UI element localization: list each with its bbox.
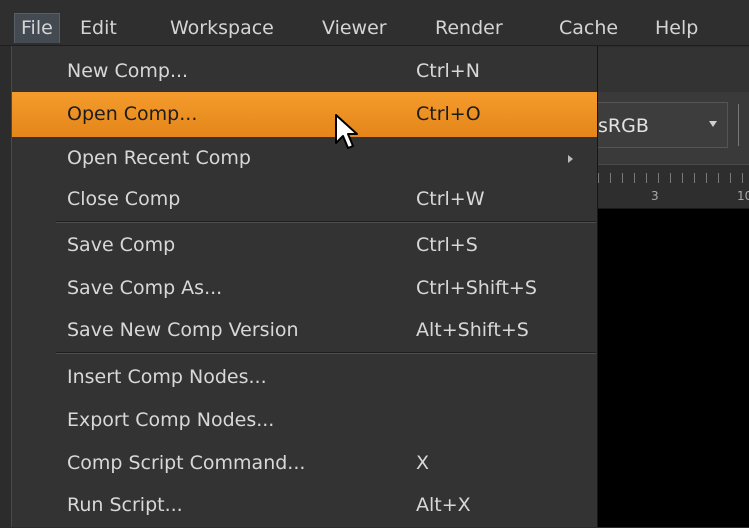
menu-item-label: Save New Comp Version — [67, 319, 299, 341]
menu-item-save-new-comp-version[interactable]: Save New Comp Version Alt+Shift+S — [12, 308, 597, 353]
menu-item-label: New Comp... — [67, 60, 189, 82]
file-menu-dropdown: New Comp... Ctrl+N Open Comp... Ctrl+O O… — [11, 46, 598, 527]
menu-item-label: Open Comp... — [67, 103, 198, 125]
menu-item-close-comp[interactable]: Close Comp Ctrl+W — [12, 177, 597, 222]
menu-item-label: Save Comp — [67, 234, 176, 256]
menu-file[interactable]: File — [14, 13, 60, 43]
menu-item-label: Open Recent Comp — [67, 147, 251, 169]
toolbar-separator — [738, 104, 739, 146]
menu-item-save-comp[interactable]: Save Comp Ctrl+S — [12, 223, 597, 268]
menu-item-save-comp-as[interactable]: Save Comp As... Ctrl+Shift+S — [12, 266, 597, 311]
menu-item-export-comp-nodes[interactable]: Export Comp Nodes... — [12, 398, 597, 443]
viewer-ruler: 3 10 — [598, 164, 749, 209]
menu-item-shortcut: Ctrl+O — [416, 103, 481, 125]
menu-cache[interactable]: Cache — [553, 13, 624, 43]
menu-item-open-recent-comp[interactable]: Open Recent Comp — [12, 136, 597, 181]
ruler-ticks — [598, 173, 749, 183]
menu-item-shortcut: Ctrl+N — [416, 60, 480, 82]
menu-viewer[interactable]: Viewer — [316, 13, 393, 43]
menu-item-run-script[interactable]: Run Script... Alt+X — [12, 483, 597, 528]
menu-item-label: Save Comp As... — [67, 277, 223, 299]
menu-separator — [56, 352, 596, 354]
viewer-canvas[interactable] — [598, 209, 749, 527]
menu-workspace[interactable]: Workspace — [164, 13, 280, 43]
menu-item-shortcut: X — [416, 452, 430, 474]
dropdown-arrow-icon — [709, 121, 717, 127]
menu-item-comp-script-command[interactable]: Comp Script Command... X — [12, 441, 597, 486]
menu-help[interactable]: Help — [649, 13, 704, 43]
menu-item-label: Close Comp — [67, 188, 181, 210]
colorspace-dropdown[interactable]: sRGB — [598, 102, 728, 148]
menu-item-label: Export Comp Nodes... — [67, 409, 275, 431]
menu-item-shortcut: Alt+X — [416, 494, 471, 516]
menu-item-shortcut: Ctrl+Shift+S — [416, 277, 537, 299]
menu-item-open-comp[interactable]: Open Comp... Ctrl+O — [12, 92, 597, 137]
menu-item-shortcut: Alt+Shift+S — [416, 319, 529, 341]
menu-item-insert-comp-nodes[interactable]: Insert Comp Nodes... — [12, 355, 597, 400]
colorspace-label: sRGB — [598, 115, 649, 137]
menu-edit[interactable]: Edit — [74, 13, 123, 43]
menu-item-label: Insert Comp Nodes... — [67, 366, 267, 388]
menu-bar: File Edit Workspace Viewer Render Cache … — [0, 0, 749, 46]
viewer-tab-strip — [598, 47, 749, 93]
menu-item-shortcut: Ctrl+S — [416, 234, 478, 256]
menu-item-label: Run Script... — [67, 494, 183, 516]
menu-render[interactable]: Render — [429, 13, 509, 43]
menu-item-shortcut: Ctrl+W — [416, 188, 485, 210]
menu-item-label: Comp Script Command... — [67, 452, 306, 474]
ruler-label: 10 — [737, 189, 749, 203]
menu-item-new-comp[interactable]: New Comp... Ctrl+N — [12, 49, 597, 94]
arrow-cursor-icon — [335, 114, 358, 149]
submenu-arrow-icon — [568, 155, 573, 163]
ruler-label: 3 — [651, 189, 659, 203]
